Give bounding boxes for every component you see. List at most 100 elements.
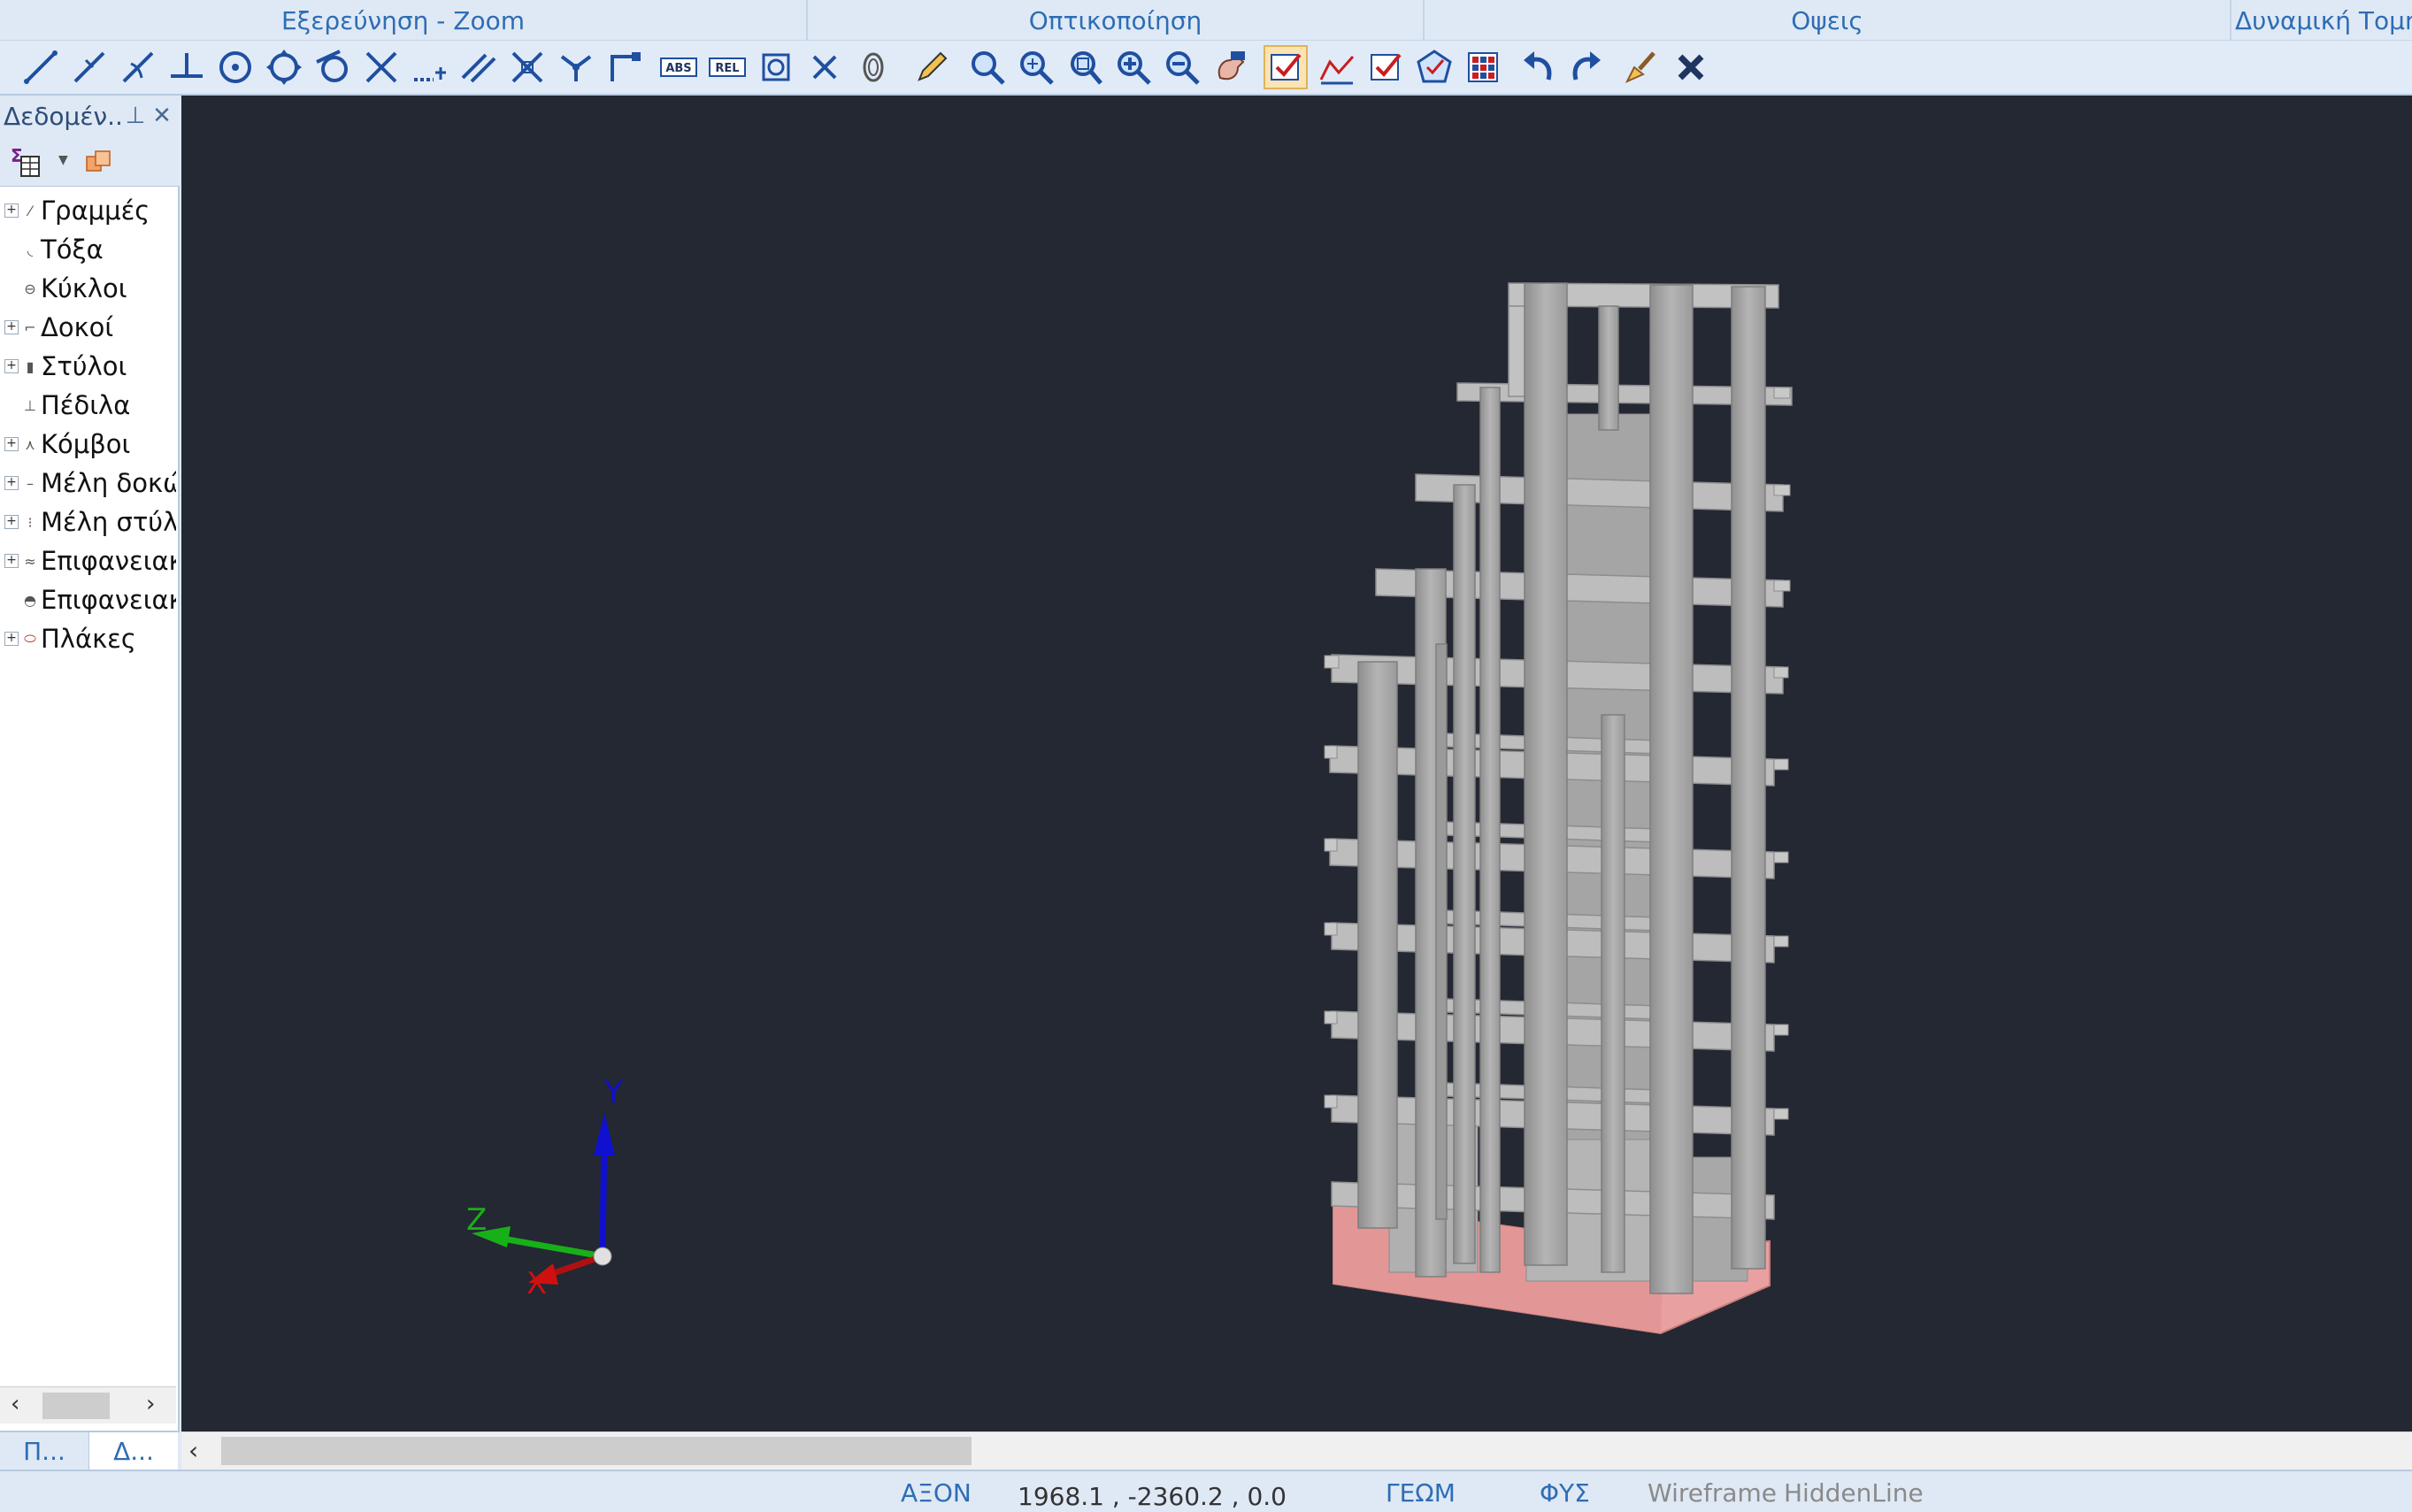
perpendicular-button[interactable]: [165, 45, 209, 89]
tree-item-surfaces[interactable]: + ≈ Επιφανειακ: [0, 543, 176, 580]
ribbon-group-visualization[interactable]: Οπτικοποίηση: [808, 0, 1425, 41]
tree-item-slabs[interactable]: + ⬭ Πλάκες: [0, 621, 176, 658]
select-check-button[interactable]: [1264, 45, 1308, 89]
tangent-button[interactable]: [311, 45, 355, 89]
redo-button[interactable]: [1564, 45, 1609, 89]
tree-item-circles[interactable]: ⊖ Κύκλοι: [0, 271, 176, 308]
apparent-intersection-icon: [511, 51, 543, 83]
extension-button[interactable]: [408, 45, 452, 89]
scroll-thumb[interactable]: [42, 1393, 110, 1419]
expand-icon[interactable]: +: [4, 554, 19, 568]
fys-toggle[interactable]: ΦΥΣ: [1540, 1478, 1590, 1508]
wireframe-toggle[interactable]: Wireframe: [1648, 1478, 1777, 1508]
node-snap-button[interactable]: [554, 45, 598, 89]
undo-button[interactable]: [1516, 45, 1560, 89]
toolbar: ABS REL: [0, 41, 2412, 96]
refresh-icon[interactable]: [83, 148, 115, 176]
rel-coordinates-button[interactable]: REL: [705, 45, 749, 89]
brush-button[interactable]: [1619, 45, 1663, 89]
quadrant-button[interactable]: [262, 45, 306, 89]
checkbox-button[interactable]: [1363, 45, 1408, 89]
expand-icon[interactable]: +: [4, 437, 19, 451]
expand-icon[interactable]: +: [4, 203, 19, 218]
footing-tree-icon: ⊥: [24, 396, 36, 414]
shape-icon: [1417, 50, 1452, 83]
sum-table-icon[interactable]: Σ: [11, 145, 41, 178]
fingerprint-button[interactable]: [851, 45, 895, 89]
expand-icon[interactable]: +: [4, 632, 19, 646]
polyline-button[interactable]: [67, 45, 111, 89]
undo-icon: [1524, 51, 1552, 81]
zoom-extents-button[interactable]: [1014, 45, 1058, 89]
panel-header: Δεδομέν... ⊥ ✕: [0, 96, 180, 137]
expand-icon[interactable]: +: [4, 359, 19, 373]
scroll-left-icon[interactable]: ‹: [188, 1436, 198, 1465]
clear-snap-button[interactable]: [803, 45, 847, 89]
tab-data[interactable]: Δ...: [88, 1432, 178, 1470]
parallel-button[interactable]: [457, 45, 501, 89]
tree-item-surface-loads[interactable]: ◓ Επιφανειακ: [0, 582, 176, 619]
scroll-left-icon[interactable]: ‹: [11, 1391, 19, 1417]
tree-item-label: Κύκλοι: [41, 273, 127, 303]
tree-item-column-members[interactable]: + ⁝ Μέλη στύλω: [0, 504, 176, 541]
expand-icon[interactable]: +: [4, 320, 19, 334]
ribbon-group-explore-zoom[interactable]: Εξερεύνηση - Zoom: [0, 0, 808, 41]
tree-item-arcs[interactable]: ◟ Τόξα: [0, 232, 176, 269]
tab-first[interactable]: Π...: [0, 1432, 88, 1470]
abs-coordinates-button[interactable]: ABS: [657, 45, 701, 89]
pan-icon: [1218, 51, 1245, 81]
tree-item-beams[interactable]: + ⌐ Δοκοί: [0, 310, 176, 347]
line-tree-icon: ⁄: [28, 202, 32, 219]
viewport-horizontal-scrollbar[interactable]: ‹: [181, 1431, 2412, 1470]
expand-icon[interactable]: +: [4, 476, 19, 490]
ribbon-group-label: Δυναμική Τομή: [2235, 5, 2412, 35]
panel-tabs: Π... Δ...: [0, 1431, 180, 1470]
building-model: Y Z X: [466, 282, 1793, 1335]
graph-button[interactable]: [1315, 45, 1359, 89]
grid-colors-button[interactable]: [1461, 45, 1505, 89]
object-snap-button[interactable]: [754, 45, 798, 89]
tree-item-beam-members[interactable]: + – Μέλη δοκώ: [0, 465, 176, 503]
status-bar: ΑΞΟΝ 1968.1 , -2360.2 , 0.0 ΓΕΩΜ ΦΥΣ Wir…: [0, 1470, 2412, 1512]
intersection-button[interactable]: [359, 45, 403, 89]
graph-icon: [1319, 56, 1355, 85]
tree-item-nodes[interactable]: + ⋏ Κόμβοι: [0, 426, 176, 464]
zoom-in-button[interactable]: [1111, 45, 1156, 89]
shape-button[interactable]: [1412, 45, 1456, 89]
quadrant-icon: [266, 50, 302, 85]
delete-button[interactable]: [1669, 45, 1713, 89]
3d-viewport[interactable]: Y Z X: [181, 96, 2412, 1431]
tree-item-label: Τόξα: [41, 234, 104, 265]
circle-center-icon: [219, 51, 251, 83]
axis-mode-toggle[interactable]: ΑΞΟΝ: [901, 1478, 972, 1508]
tree-item-columns[interactable]: + ▮ Στύλοι: [0, 349, 176, 386]
line-button[interactable]: [19, 45, 63, 89]
ribbon-group-views[interactable]: Οψεις: [1425, 0, 2231, 41]
hiddenline-toggle[interactable]: HiddenLine: [1784, 1478, 1924, 1508]
pan-button[interactable]: [1209, 45, 1253, 89]
zoom-button[interactable]: [965, 45, 1010, 89]
pencil-button[interactable]: [910, 45, 954, 89]
polyline-icon: [73, 51, 105, 83]
tree-item-footings[interactable]: ⊥ Πέδιλα: [0, 388, 176, 425]
geom-toggle[interactable]: ΓΕΩΜ: [1386, 1478, 1456, 1508]
chevron-down-icon[interactable]: ▼: [58, 153, 68, 167]
scroll-right-icon[interactable]: ›: [146, 1391, 155, 1417]
ribbon-group-dynamic-section[interactable]: Δυναμική Τομή: [2231, 0, 2412, 41]
curve-line-button[interactable]: [116, 45, 160, 89]
tree-item-lines[interactable]: + ⁄ Γραμμές: [0, 193, 176, 230]
zoom-out-button[interactable]: [1160, 45, 1204, 89]
expand-icon[interactable]: +: [4, 515, 19, 529]
panel-horizontal-scrollbar[interactable]: ‹ ›: [0, 1386, 176, 1424]
close-icon[interactable]: ✕: [149, 103, 175, 129]
object-snap-icon: [762, 53, 790, 81]
zoom-window-button[interactable]: [1063, 45, 1107, 89]
columns: [1357, 282, 1766, 1294]
beam-member-tree-icon: –: [27, 474, 34, 492]
curve-line-icon: [122, 51, 154, 83]
scroll-thumb[interactable]: [221, 1437, 972, 1465]
apparent-intersection-button[interactable]: [505, 45, 549, 89]
corner-button[interactable]: [603, 45, 647, 89]
pin-icon[interactable]: ⊥: [122, 103, 149, 129]
circle-center-button[interactable]: [213, 45, 257, 89]
